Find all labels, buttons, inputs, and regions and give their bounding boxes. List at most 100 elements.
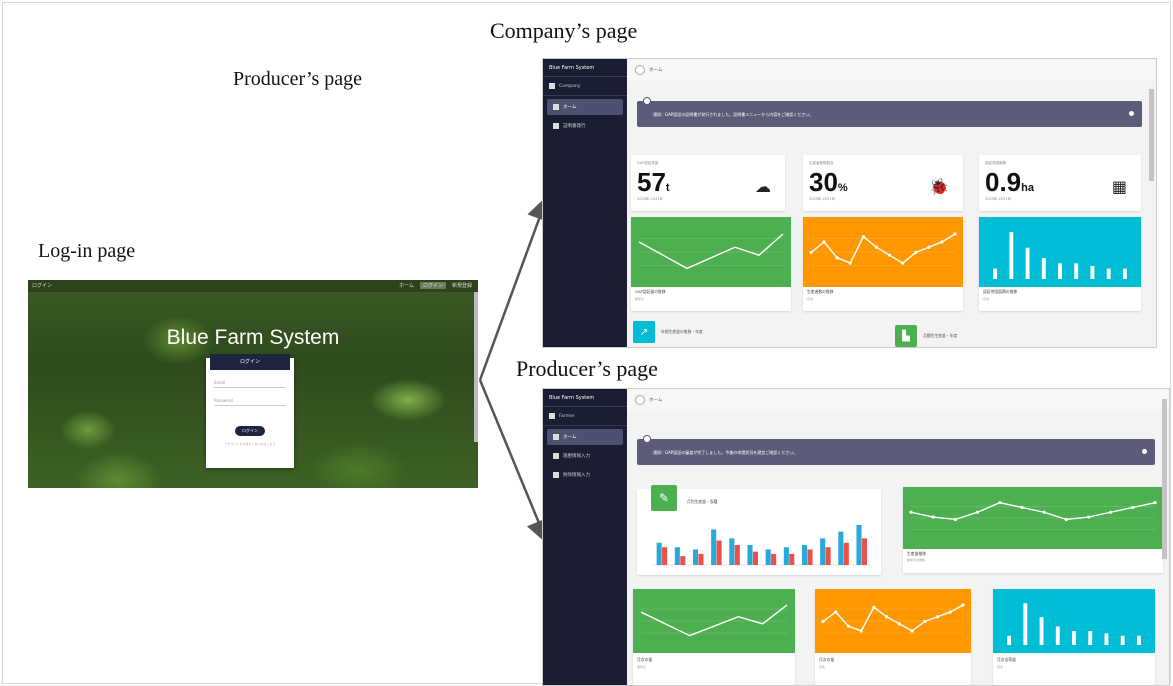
chart-title: 認証茶園面積の推移	[983, 289, 1018, 294]
notice-dot-icon	[1142, 449, 1147, 454]
bar-chart-cyan-bottom	[993, 589, 1155, 653]
sidebar-item-certificate[interactable]: 証明書発行	[547, 118, 623, 134]
data-point	[887, 253, 892, 257]
bar	[1104, 633, 1109, 645]
sidebar-item-fertilizer[interactable]: 施肥情報入力	[547, 448, 623, 464]
chart-title: 月次出荷量	[997, 657, 1016, 662]
bar-series-1	[711, 529, 717, 565]
bar-series-2	[825, 547, 831, 565]
producer-user-menu[interactable]: Farmer	[543, 407, 627, 426]
trend-icon: ↗	[633, 321, 655, 343]
stat-card-area: 認証茶園面積 0.9ha 2020年-2021年 ▦	[979, 155, 1141, 211]
bar-series-1	[856, 525, 862, 565]
menu-toggle-button[interactable]	[635, 395, 645, 405]
producer-topbar: ホーム	[627, 389, 1169, 411]
mini-card-label: 品種別生産量・年度	[923, 333, 958, 338]
bug-icon: 🐞	[929, 177, 949, 196]
company-sidebar-brand[interactable]: Blue Farm System	[543, 59, 627, 77]
producer-main: ホーム 通知：GAP認証の審査が完了しました。今後の申請状況を適宜ご確認ください…	[627, 389, 1169, 685]
data-point	[940, 240, 944, 244]
stat-card-ratio: 生産者登録割合 30% 2020年-2021年 🐞	[803, 155, 963, 211]
mini-card-annual[interactable]: ↗ 年間生産量の推移・年度	[633, 321, 703, 343]
producer-user-name: Farmer	[559, 413, 575, 419]
data-point	[822, 240, 826, 244]
producer-notice-text: 通知：GAP認証の審査が完了しました。今後の申請状況を適宜ご確認ください。	[653, 450, 798, 455]
data-point	[897, 622, 901, 626]
stat-label: 認証茶園面積	[985, 161, 1006, 165]
bar-series-1	[747, 545, 753, 565]
data-point	[953, 517, 957, 522]
bar	[1136, 635, 1141, 645]
data-point	[909, 510, 913, 514]
bar	[1041, 258, 1046, 279]
bar-chart-cyan	[979, 217, 1141, 287]
bar	[1120, 635, 1125, 645]
bar	[1023, 603, 1028, 645]
notice-close-icon[interactable]	[643, 435, 651, 443]
data-point	[835, 256, 839, 260]
chart-card-monthly-orange: 月次の量 月次	[815, 589, 971, 685]
company-user-menu[interactable]: Company	[543, 77, 627, 96]
data-point	[1086, 515, 1091, 519]
data-point	[910, 629, 914, 633]
bar-series-1	[783, 547, 789, 565]
sidebar-item-label: ホーム	[563, 435, 577, 440]
producer-scrollbar[interactable]	[1162, 399, 1167, 559]
bar-series-2	[789, 553, 795, 565]
bar-series-1	[656, 542, 662, 565]
pencil-icon: ✎	[651, 485, 677, 511]
bar-series-2	[861, 538, 868, 565]
stat-value: 30%	[809, 167, 848, 197]
stat-label: GAP認証茶量	[637, 161, 659, 165]
data-point	[1042, 510, 1046, 514]
producer-sidebar: Blue Farm System Farmer ホーム 施肥情報入力 防除情報入…	[543, 389, 627, 685]
data-point	[834, 610, 838, 614]
bar	[1074, 263, 1079, 279]
user-icon	[549, 83, 555, 89]
pencil-icon	[553, 453, 559, 459]
bar-series-2	[716, 540, 722, 565]
bar-series-2	[680, 556, 686, 565]
bar	[1007, 635, 1012, 645]
data-point	[821, 619, 825, 624]
sidebar-item-home[interactable]: ホーム	[547, 429, 623, 445]
bar	[993, 268, 998, 279]
chart-card-producer-trend: 生産者数の推移 月次	[803, 217, 963, 311]
company-notice-text: 通知：GAP認証の証明書が発行されました。証明書メニューから内容をご確認ください…	[653, 112, 814, 117]
bar	[1090, 265, 1095, 279]
company-scrollbar[interactable]	[1149, 89, 1154, 181]
company-notice: 通知：GAP認証の証明書が発行されました。証明書メニューから内容をご確認ください…	[637, 97, 1142, 127]
company-dashboard: Blue Farm System Company ホーム 証明書発行 ホーム 通…	[542, 58, 1157, 348]
data-point	[1064, 517, 1068, 522]
line-chart-orange-bottom	[815, 589, 971, 653]
stat-sub: 2020年-2021年	[637, 197, 664, 201]
bar-series-2	[752, 551, 759, 565]
bar-series-1	[801, 545, 808, 565]
sidebar-item-label: ホーム	[563, 105, 577, 110]
chart-card-area-trend: 認証茶園面積の推移 月次	[979, 217, 1141, 311]
menu-toggle-button[interactable]	[635, 65, 645, 75]
mini-card-variety[interactable]: ▙ 品種別生産量・年度	[895, 325, 957, 347]
data-point	[961, 603, 965, 607]
bar-series-2	[807, 549, 813, 565]
company-sidebar: Blue Farm System Company ホーム 証明書発行	[543, 59, 627, 347]
chart-sub: 月次	[819, 665, 826, 669]
bar-series-2	[771, 553, 777, 565]
producer-sidebar-brand[interactable]: Blue Farm System	[543, 389, 627, 407]
notice-close-icon[interactable]	[643, 97, 651, 105]
line-chart-green	[631, 217, 791, 287]
bar-series-2	[698, 553, 704, 565]
bar-series-2	[662, 547, 668, 565]
data-point	[948, 610, 952, 614]
chart-footer: 生産量推移 前年比の推移	[903, 549, 1163, 573]
sidebar-item-pest-control[interactable]: 防除情報入力	[547, 467, 623, 483]
data-point	[914, 250, 918, 255]
arrow-to-company	[478, 195, 551, 381]
data-point	[859, 629, 863, 633]
data-point	[885, 615, 889, 619]
chart-title: GAP認証量の推移	[635, 289, 666, 294]
bar-series-1	[820, 538, 826, 565]
chart-sub: 前年比	[637, 665, 647, 669]
bar-series-2	[734, 545, 740, 565]
sidebar-item-home[interactable]: ホーム	[547, 99, 623, 115]
